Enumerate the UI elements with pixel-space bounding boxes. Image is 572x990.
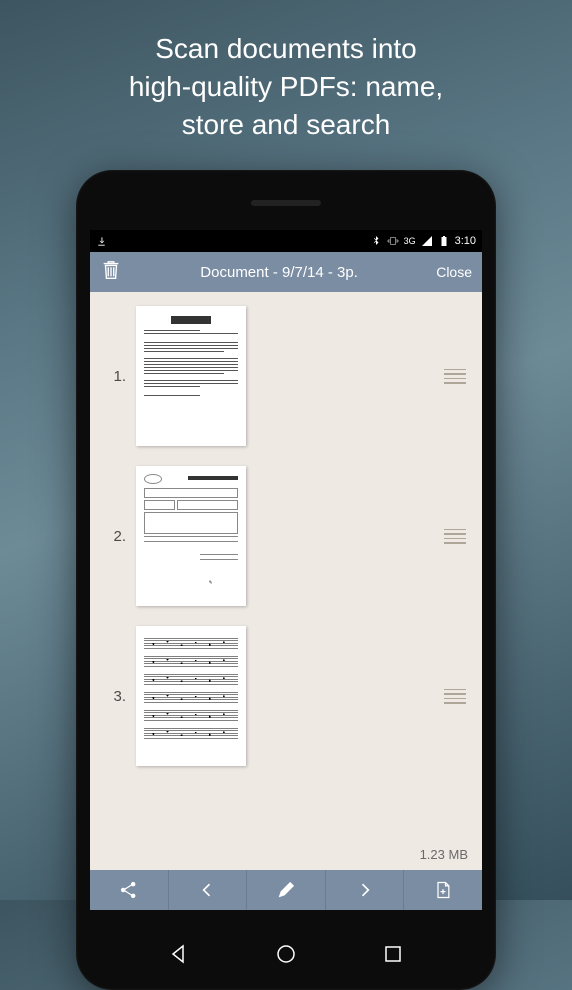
- back-nav-icon[interactable]: [167, 942, 191, 966]
- page-thumbnail[interactable]: ✎: [136, 466, 246, 606]
- app-bar: Document - 9/7/14 - 3p. Close: [90, 252, 482, 292]
- status-bar: 3G 3:10: [90, 230, 482, 252]
- promo-line-2: high-quality PDFs: name,: [40, 68, 532, 106]
- file-size-label: 1.23 MB: [420, 847, 468, 862]
- page-number: 2.: [102, 528, 126, 545]
- home-nav-icon[interactable]: [274, 942, 298, 966]
- prev-button[interactable]: [169, 870, 248, 910]
- vibrate-icon: [387, 235, 399, 247]
- status-time: 3:10: [455, 235, 476, 247]
- promo-text: Scan documents into high-quality PDFs: n…: [0, 0, 572, 163]
- promo-line-3: store and search: [40, 106, 532, 144]
- page-row[interactable]: 2. ✎: [102, 466, 470, 606]
- page-number: 1.: [102, 368, 126, 385]
- page-row[interactable]: 1.: [102, 306, 470, 446]
- edit-button[interactable]: [247, 870, 326, 910]
- download-icon: [96, 236, 107, 247]
- share-button[interactable]: [90, 870, 169, 910]
- page-thumbnail[interactable]: [136, 626, 246, 766]
- drag-handle-icon[interactable]: [444, 369, 470, 384]
- page-number: 3.: [102, 688, 126, 705]
- document-title: Document - 9/7/14 - 3p.: [136, 264, 422, 281]
- add-page-button[interactable]: [404, 870, 482, 910]
- trash-icon[interactable]: [100, 259, 122, 285]
- next-button[interactable]: [326, 870, 405, 910]
- phone-frame: 3G 3:10 Document - 9/7/14 - 3p. Close 1.: [76, 170, 496, 990]
- page-list: 1.: [90, 292, 482, 870]
- android-nav-bar: [76, 942, 496, 966]
- page-row[interactable]: 3.: [102, 626, 470, 766]
- promo-line-1: Scan documents into: [40, 30, 532, 68]
- drag-handle-icon[interactable]: [444, 689, 470, 704]
- close-button[interactable]: Close: [436, 264, 472, 280]
- bluetooth-icon: [370, 235, 382, 247]
- bottom-toolbar: [90, 870, 482, 910]
- phone-screen: 3G 3:10 Document - 9/7/14 - 3p. Close 1.: [90, 230, 482, 910]
- battery-icon: [438, 235, 450, 247]
- signal-icon: [421, 235, 433, 247]
- phone-speaker: [251, 200, 321, 206]
- network-label: 3G: [404, 236, 416, 246]
- recent-nav-icon[interactable]: [381, 942, 405, 966]
- page-thumbnail[interactable]: [136, 306, 246, 446]
- drag-handle-icon[interactable]: [444, 529, 470, 544]
